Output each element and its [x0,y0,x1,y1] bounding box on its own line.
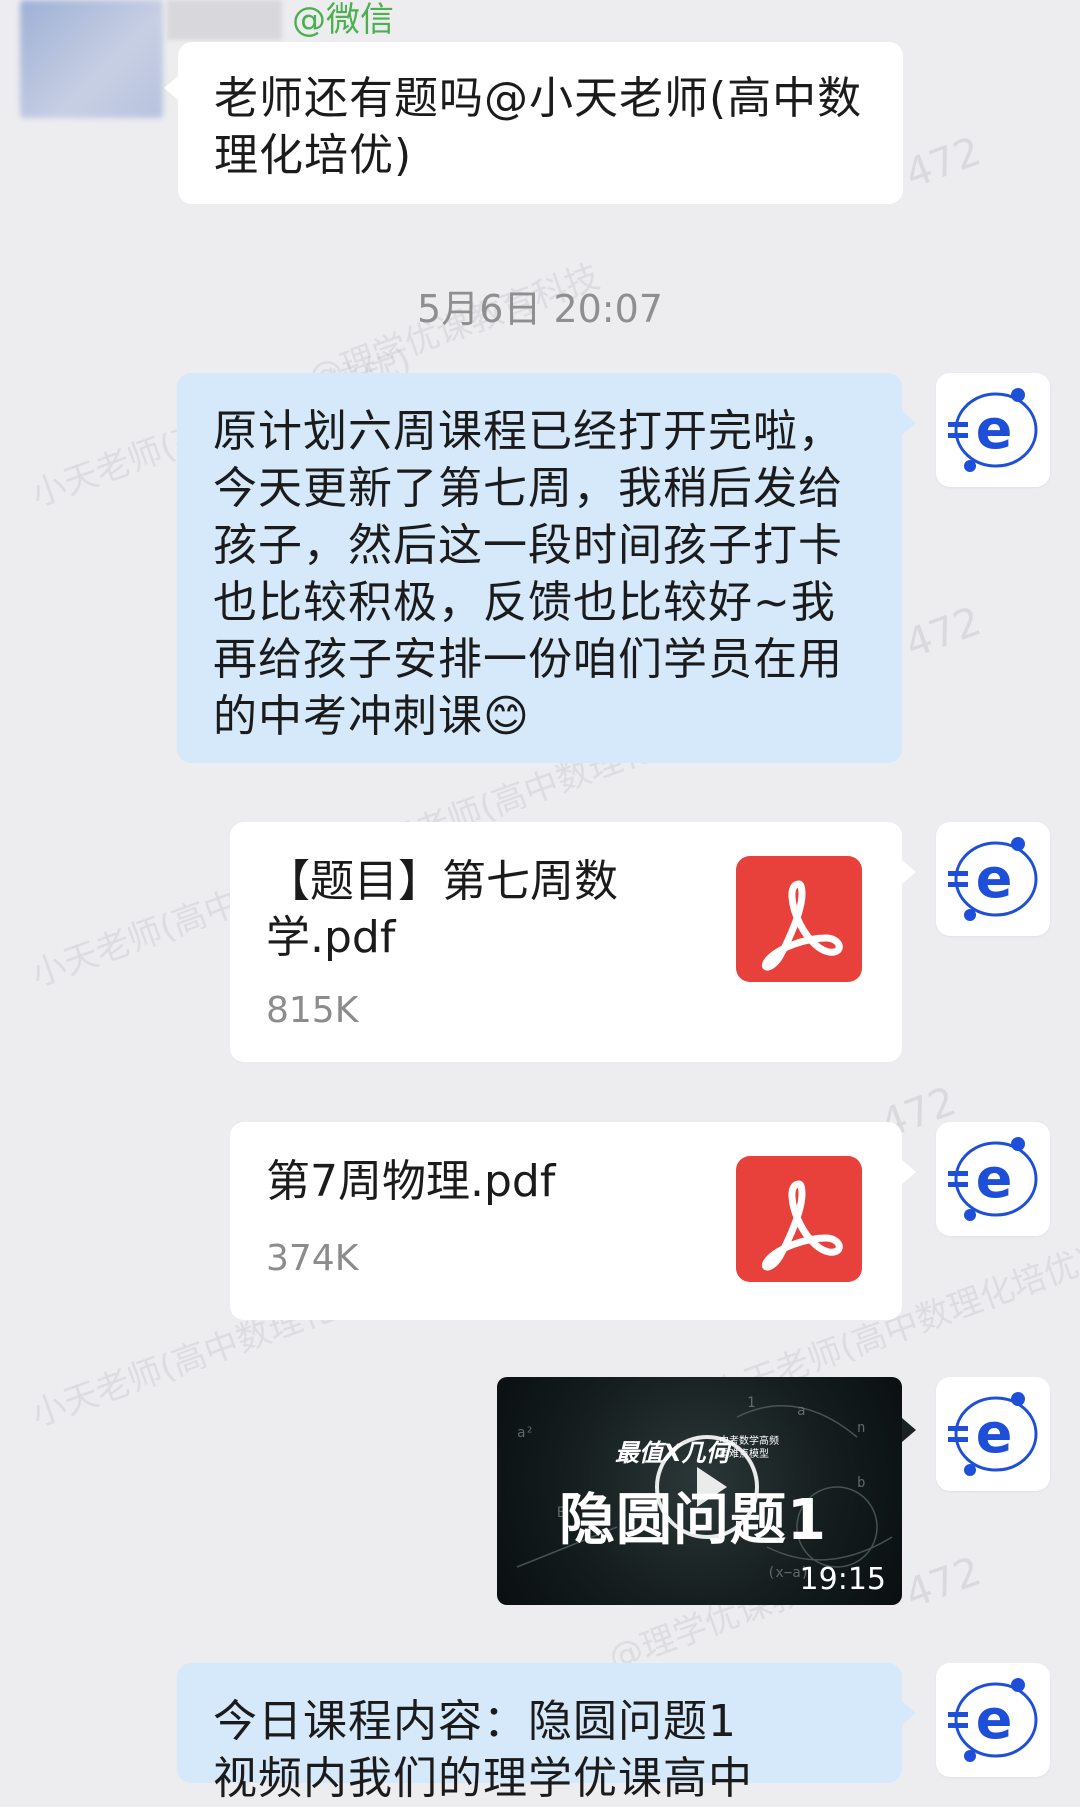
svg-text:n: n [857,1420,865,1436]
video-bubble-tail [902,1418,916,1442]
outgoing-message-bubble[interactable]: 原计划六周课程已经打开完啦，今天更新了第七周，我稍后发给孩子，然后这一段时间孩子… [177,373,916,763]
incoming-message-bubble[interactable]: 老师还有题吗@小天老师(高中数理化培优) [164,42,903,204]
timestamp: 5月6日 20:07 [417,287,663,331]
sender-avatar[interactable] [20,0,163,118]
watermark-number: 472 [899,1548,987,1618]
video-duration: 19:15 [799,1562,886,1597]
pdf-icon [736,1156,862,1282]
play-icon[interactable] [655,1435,759,1539]
svg-text:a: a [797,1403,805,1419]
my-avatar[interactable]: e [936,1122,1050,1236]
file-size: 374K [266,1238,359,1279]
my-avatar[interactable]: e [936,373,1050,487]
e-logo-icon: e [948,837,1038,921]
file-size: 815K [266,990,359,1031]
source-tag: @微信 [292,0,394,40]
file-name: 第7周物理.pdf [266,1156,556,1207]
sender-name-blur [167,0,282,40]
watermark-number: 472 [899,128,987,198]
incoming-message-text: 老师还有题吗@小天老师(高中数理化培优) [214,73,863,181]
svg-text:e: e [976,847,1013,910]
e-logo-icon: e [948,1392,1038,1476]
file-message-math[interactable]: 【题目】第七周数学.pdf 815K [230,822,916,1062]
file-message-physics[interactable]: 第7周物理.pdf 374K [230,1122,916,1320]
outgoing-message-text: 原计划六周课程已经打开完啦，今天更新了第七周，我稍后发给孩子，然后这一段时间孩子… [213,406,843,742]
video-message[interactable]: 1 a n a² B (x−a) b 最值X几何 中考数学高频重难点模型 隐圆问… [497,1377,902,1605]
my-avatar[interactable]: e [936,1663,1050,1777]
svg-text:b: b [857,1475,865,1491]
e-logo-icon: e [948,388,1038,472]
svg-text:e: e [976,1688,1013,1751]
e-logo-icon: e [948,1678,1038,1762]
outgoing-message-bubble-last[interactable]: 今日课程内容：隐圆问题1 视频内我们的理学优课高中 [177,1663,916,1804]
my-avatar[interactable]: e [936,1377,1050,1491]
watermark-number: 472 [899,598,987,668]
last-message-line1: 今日课程内容：隐圆问题1 [213,1696,737,1747]
file-name: 【题目】第七周数学.pdf [266,856,618,963]
my-avatar[interactable]: e [936,822,1050,936]
svg-text:1: 1 [747,1395,755,1411]
svg-text:e: e [976,1147,1013,1210]
e-logo-icon: e [948,1137,1038,1221]
svg-text:a²: a² [517,1425,534,1441]
svg-text:e: e [976,1402,1013,1465]
svg-text:e: e [976,398,1013,461]
pdf-icon [736,856,862,982]
